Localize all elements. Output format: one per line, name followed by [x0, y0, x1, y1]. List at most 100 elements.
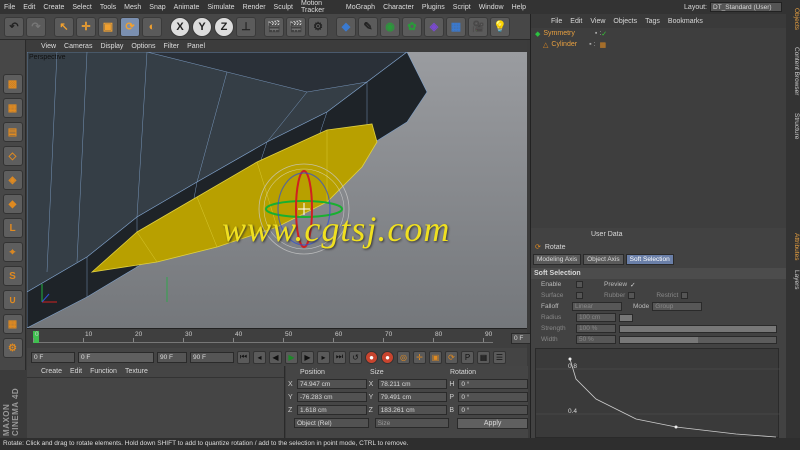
menu-plugins[interactable]: Plugins — [418, 4, 449, 11]
settings-icon[interactable]: ⚙ — [2, 338, 23, 358]
prev-key-icon[interactable]: ◂ — [253, 350, 266, 364]
falloff-graph[interactable]: 0.8 0.4 — [535, 348, 780, 438]
viewport-menu-display[interactable]: Display — [96, 43, 127, 50]
x-axis-lock-button[interactable]: X — [170, 16, 190, 37]
size-mode-select[interactable]: Size — [374, 418, 450, 428]
key-scale-icon[interactable]: ▣ — [429, 350, 442, 364]
menu-create[interactable]: Create — [39, 4, 68, 11]
object-menu-tags[interactable]: Tags — [641, 18, 664, 25]
rotate-tool-button[interactable]: ⟳ — [120, 16, 140, 37]
size-field[interactable]: 79.491 cm — [377, 392, 448, 402]
snap-icon[interactable]: S — [2, 266, 23, 286]
range-end-field[interactable]: 90 F — [157, 351, 187, 363]
light-button[interactable]: 💡 — [490, 16, 510, 37]
strength-field[interactable]: 100 % — [576, 324, 616, 333]
menu-select[interactable]: Select — [68, 4, 95, 11]
last-tool-button[interactable]: ◐ — [142, 16, 162, 37]
viewport-menu-view[interactable]: View — [37, 43, 60, 50]
menu-script[interactable]: Script — [449, 4, 475, 11]
polygons-mode-icon[interactable]: ◆ — [2, 194, 23, 214]
z-axis-lock-button[interactable]: Z — [214, 16, 234, 37]
prev-frame-icon[interactable]: ◀ — [269, 350, 282, 364]
attribute-menu-userdata[interactable]: User Data — [591, 231, 623, 238]
menu-tools[interactable]: Tools — [96, 4, 120, 11]
tab-soft-selection[interactable]: Soft Selection — [625, 254, 674, 265]
menu-character[interactable]: Character — [379, 4, 418, 11]
workplane-icon[interactable]: ▤ — [2, 122, 23, 142]
axis-mode-icon[interactable]: L — [2, 218, 23, 238]
rubber-checkbox[interactable] — [628, 292, 636, 299]
coordinate-system-button[interactable]: ⊥ — [236, 16, 256, 37]
apply-button[interactable]: Apply — [457, 417, 528, 429]
menu-simulate[interactable]: Simulate — [203, 4, 238, 11]
restrict-checkbox[interactable] — [681, 292, 689, 299]
object-menu-bookmarks[interactable]: Bookmarks — [664, 18, 707, 25]
menu-mograph[interactable]: MoGraph — [342, 4, 379, 11]
timeline[interactable]: 0 10 20 30 40 50 60 70 80 90 0 F — [27, 328, 555, 348]
radius-field[interactable]: 100 cm — [576, 313, 616, 322]
surface-checkbox[interactable] — [576, 292, 583, 299]
render-settings-button[interactable]: ⚙ — [308, 16, 328, 37]
key-rotation-icon[interactable]: ⟳ — [445, 350, 458, 364]
end-frame-field[interactable]: 90 F — [190, 351, 234, 363]
menu-animate[interactable]: Animate — [170, 4, 204, 11]
y-axis-lock-button[interactable]: Y — [192, 16, 212, 37]
grid-icon[interactable]: ▦ — [2, 314, 23, 334]
size-field[interactable]: 78.211 cm — [377, 379, 448, 389]
current-frame-field[interactable]: 0 F — [78, 351, 154, 363]
material-manager[interactable]: Create Edit Function Texture — [27, 366, 285, 438]
viewport-menu-panel[interactable]: Panel — [183, 43, 209, 50]
edges-mode-icon[interactable]: ◈ — [2, 170, 23, 190]
key-pla-icon[interactable]: ▦ — [477, 350, 490, 364]
tab-attributes[interactable]: Attributes — [786, 228, 800, 266]
width-slider[interactable] — [619, 335, 777, 344]
width-field[interactable]: 50 % — [576, 335, 616, 344]
tab-content-browser[interactable]: Content Browser — [786, 38, 800, 104]
falloff-select[interactable]: Linear — [572, 302, 622, 311]
tab-structure[interactable]: Structure — [786, 108, 800, 144]
floor-button[interactable]: ▦ — [446, 16, 466, 37]
material-tag-icon[interactable]: ▦ — [599, 41, 606, 49]
enable-checkbox[interactable] — [576, 281, 583, 288]
cube-object-button[interactable]: ◆ — [336, 16, 356, 37]
cloner-button[interactable]: ✿ — [402, 16, 422, 37]
menu-file[interactable]: File — [0, 4, 19, 11]
strength-slider[interactable] — [619, 324, 777, 333]
object-menu-edit[interactable]: Edit — [566, 18, 586, 25]
keyframe-selection-icon[interactable]: ◎ — [397, 350, 410, 364]
mode-select[interactable]: Group — [652, 302, 703, 311]
object-row-cylinder[interactable]: △ Cylinder ▪ : ▦ — [531, 39, 786, 50]
tab-objects[interactable]: Objects — [786, 4, 800, 34]
render-view-button[interactable]: 🎬 — [264, 16, 284, 37]
select-tool-button[interactable]: ↖ — [54, 16, 74, 37]
timeline-ruler[interactable]: 0 10 20 30 40 50 60 70 80 90 — [33, 331, 493, 343]
material-menu-texture[interactable]: Texture — [121, 368, 152, 375]
menu-window[interactable]: Window — [475, 4, 508, 11]
position-field[interactable]: 74.947 cm — [296, 379, 367, 389]
texture-mode-icon[interactable]: ▦ — [2, 98, 23, 118]
menu-edit[interactable]: Edit — [19, 4, 39, 11]
loop-icon[interactable]: ↺ — [349, 350, 362, 364]
object-menu-file[interactable]: File — [547, 18, 566, 25]
deformer-button[interactable]: ◈ — [424, 16, 444, 37]
start-frame-field[interactable]: 0 F — [31, 351, 75, 363]
viewport-menu-options[interactable]: Options — [127, 43, 159, 50]
key-position-icon[interactable]: ✛ — [413, 350, 426, 364]
viewport-3d[interactable]: Perspective — [27, 52, 527, 328]
size-field[interactable]: 183.261 cm — [377, 405, 448, 415]
record-icon[interactable]: ● — [365, 350, 378, 364]
radius-slider[interactable] — [619, 313, 633, 322]
goto-start-icon[interactable]: ⏮ — [237, 350, 250, 364]
redo-button[interactable]: ↷ — [26, 16, 46, 37]
material-menu-create[interactable]: Create — [37, 368, 66, 375]
key-param-icon[interactable]: P — [461, 350, 474, 364]
model-mode-icon[interactable]: ▩ — [2, 74, 23, 94]
material-menu-edit[interactable]: Edit — [66, 368, 86, 375]
viewport-menu-cameras[interactable]: Cameras — [60, 43, 96, 50]
move-tool-button[interactable]: ✛ — [76, 16, 96, 37]
tab-modeling-axis[interactable]: Modeling Axis — [533, 254, 582, 265]
next-frame-icon[interactable]: ▶ — [301, 350, 314, 364]
camera-button[interactable]: 🎥 — [468, 16, 488, 37]
magnet-icon[interactable]: ∪ — [2, 290, 23, 310]
menu-render[interactable]: Render — [239, 4, 270, 11]
